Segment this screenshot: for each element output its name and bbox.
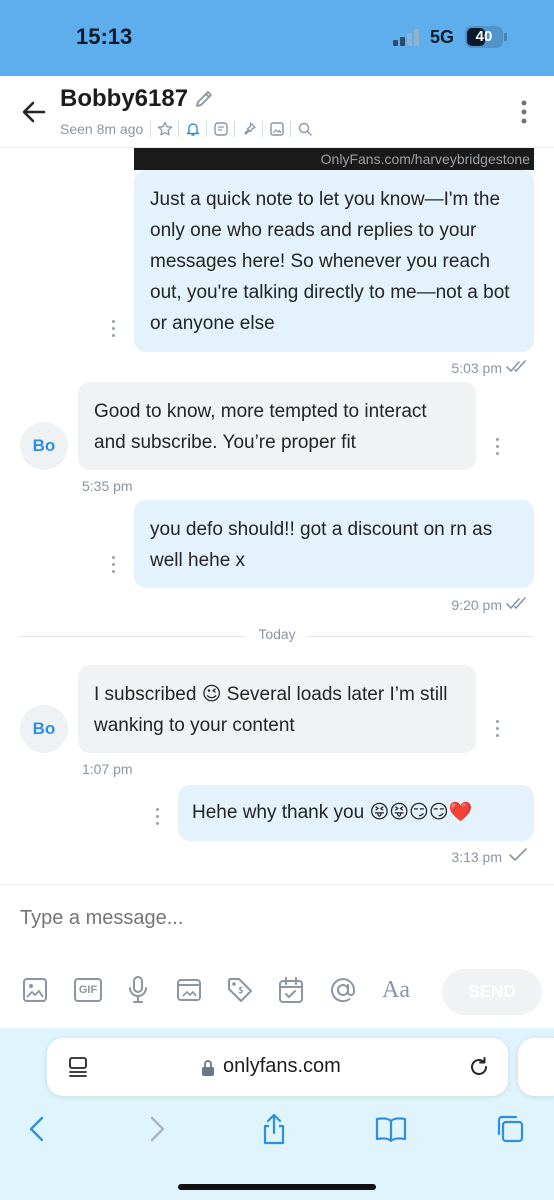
microphone-icon[interactable] [123,973,153,1007]
image-icon[interactable] [20,973,50,1007]
message-options-icon[interactable] [108,556,118,576]
bookmarks-icon[interactable] [374,1112,408,1146]
media-watermark: OnlyFans.com/harveybridgestone [134,148,534,170]
browser-toolbar: onlyfans.com [0,1028,554,1200]
message-options-icon[interactable] [492,720,502,740]
status-bar: 15:13 5G 40 [0,0,554,76]
message-bubble-incoming[interactable]: I subscribed 😉 Several loads later I’m s… [78,665,476,753]
next-tab-preview[interactable] [518,1038,554,1096]
lock-icon [201,1059,215,1082]
pencil-icon[interactable] [193,88,215,110]
url-text: onlyfans.com [223,1055,341,1077]
message-text: I subscribed 😉 Several loads later I’m s… [94,684,448,736]
message-time: 1:07 pm [82,761,133,777]
double-check-icon [506,360,530,379]
message-text: Hehe why thank you 😝😝😏😏❤️ [192,802,473,823]
share-icon[interactable] [257,1112,291,1146]
message-options-icon[interactable] [152,808,162,828]
price-tag-icon[interactable] [225,973,255,1007]
at-sign-icon[interactable] [328,973,358,1007]
gif-label: GIF [74,978,102,1002]
double-check-icon [506,597,530,616]
message-time: 5:03 pm [451,360,502,376]
back-arrow-icon[interactable] [18,96,50,128]
signal-icon [393,28,423,46]
message-time: 5:35 pm [82,478,133,494]
header-actions [148,119,316,139]
status-time: 15:13 [76,24,133,49]
chat-header: Bobby6187 Seen 8m ago [0,76,554,148]
more-options-icon[interactable] [512,98,536,126]
message-composer: GIF Aa SEND [0,884,554,1028]
send-button[interactable]: SEND [442,969,542,1015]
media-vault-icon[interactable] [174,973,204,1007]
message-bubble-outgoing[interactable]: Hehe why thank you 😝😝😏😏❤️ [178,785,534,841]
image-icon[interactable] [265,119,288,139]
message-bubble-outgoing[interactable]: Just a quick note to let you know—I'm th… [134,170,534,352]
text-format-label: Aa [382,976,410,1003]
message-time: 3:13 pm [451,849,502,865]
message-options-icon[interactable] [492,438,502,458]
tabs-icon[interactable] [493,1112,527,1146]
search-icon[interactable] [293,119,316,139]
network-type: 5G [430,27,455,47]
bell-icon[interactable] [181,119,204,139]
note-icon[interactable] [209,119,232,139]
battery-icon: 40 [465,26,503,48]
message-text: Good to know, more tempted to interact a… [94,401,427,453]
pin-icon[interactable] [237,119,260,139]
back-icon[interactable] [20,1112,54,1146]
calendar-icon[interactable] [276,973,306,1007]
reload-icon[interactable] [467,1055,491,1084]
avatar[interactable]: Bo [20,705,68,753]
reader-menu-icon[interactable] [67,1056,89,1083]
message-time: 9:20 pm [451,597,502,613]
forward-icon[interactable] [140,1112,174,1146]
message-text: Just a quick note to let you know—I'm th… [150,189,510,334]
address-bar[interactable]: onlyfans.com [47,1038,508,1096]
sent-check-icon [508,848,528,867]
battery-level: 40 [475,28,493,45]
avatar[interactable]: Bo [20,422,68,470]
message-bubble-incoming[interactable]: Good to know, more tempted to interact a… [78,382,476,470]
battery-cap [504,33,507,41]
last-seen: Seen 8m ago [60,121,144,137]
message-bubble-outgoing[interactable]: you defo should!! got a discount on rn a… [134,500,534,588]
home-indicator [178,1184,376,1190]
day-label: Today [246,626,308,642]
message-text: you defo should!! got a discount on rn a… [150,519,493,571]
gif-icon[interactable]: GIF [73,973,103,1007]
message-input[interactable] [20,907,520,930]
chat-username[interactable]: Bobby6187 [60,85,188,113]
star-icon[interactable] [153,119,176,139]
message-options-icon[interactable] [108,320,118,340]
text-format-icon[interactable]: Aa [376,973,416,1007]
